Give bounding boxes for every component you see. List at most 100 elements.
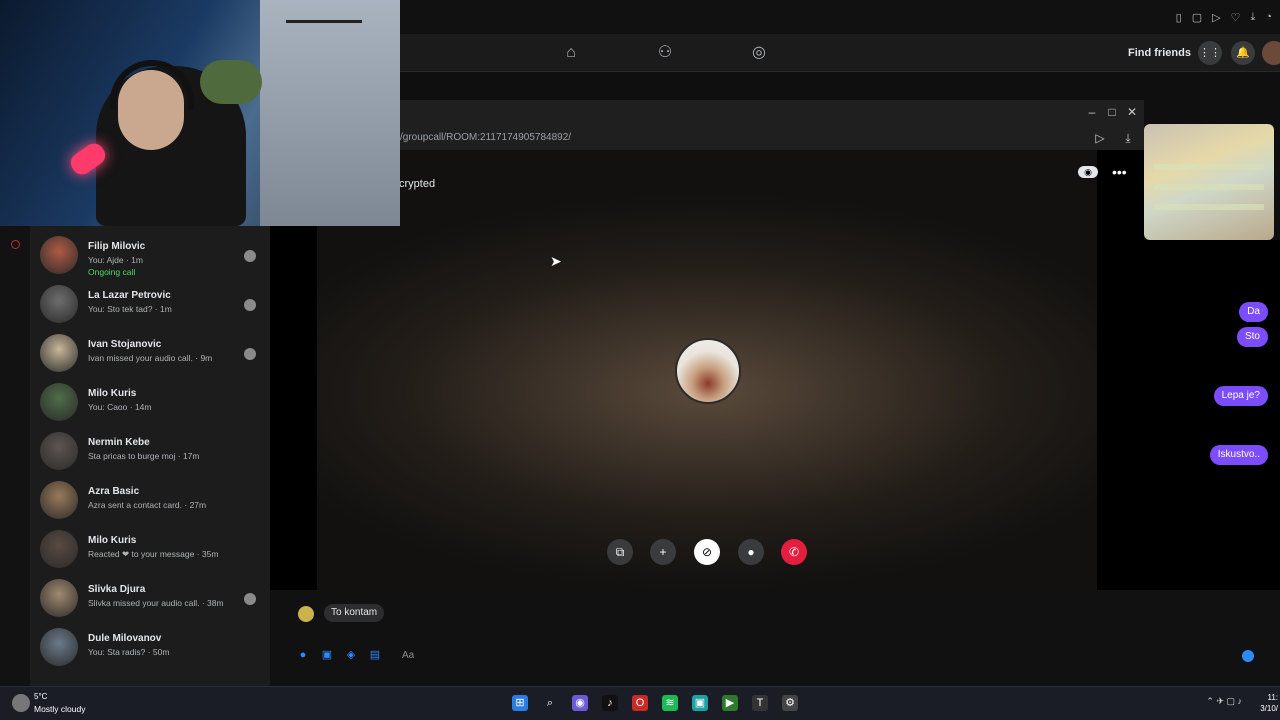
mouse-cursor-icon: ➤ <box>550 253 562 269</box>
download-icon[interactable]: ⤓ <box>1120 130 1136 146</box>
app-icon[interactable]: ⚙ <box>782 695 798 711</box>
menu-grid-icon[interactable]: ⋮⋮ <box>1198 41 1222 65</box>
send-icon[interactable]: ▷ <box>1092 130 1108 146</box>
microphone-button[interactable]: ● <box>738 539 764 565</box>
more-options-icon[interactable]: ••• <box>1112 164 1127 180</box>
friends-icon[interactable]: ⚇ <box>654 42 676 64</box>
clock[interactable]: 11: 3/10/ <box>1260 692 1278 714</box>
download-icon[interactable]: ⤓ <box>1250 11 1255 24</box>
image-icon[interactable]: ▣ <box>321 649 333 661</box>
chat-list-item[interactable]: Azra Basic Azra sent a contact card. · 27… <box>30 475 270 524</box>
seen-avatar-icon <box>244 593 256 605</box>
play-icon[interactable]: ▷ <box>1212 11 1220 24</box>
spotify-icon[interactable]: ≋ <box>662 695 678 711</box>
left-rail <box>0 226 30 686</box>
facebook-top-nav: ⌂ ⚇ ◎ Find friends ⋮⋮ 🔔 <box>400 34 1280 72</box>
chat-list-item[interactable]: Milo Kuris You: Caoo · 14m <box>30 377 270 426</box>
remote-participant-video <box>1144 124 1274 240</box>
video-off-icon: ⊘ <box>701 545 713 559</box>
tab-icon[interactable]: ▢ <box>1192 11 1202 24</box>
avatar <box>40 334 78 372</box>
call-url[interactable]: /groupcall/ROOM:2117174905784892/ <box>400 132 571 143</box>
weather-temperature: 5°C <box>34 692 48 701</box>
chat-list-item[interactable]: Milo Kuris Reacted ❤ to your message · 35… <box>30 524 270 573</box>
terminal-icon[interactable]: ▶ <box>722 695 738 711</box>
end-call-button[interactable]: ✆ <box>781 539 807 565</box>
contact-name: Milo Kuris <box>88 535 137 546</box>
seen-avatar-icon <box>244 348 256 360</box>
contact-name: Milo Kuris <box>88 388 137 399</box>
gif-icon[interactable]: ▤ <box>369 649 381 661</box>
app-icon[interactable]: ▣ <box>692 695 708 711</box>
message-bubble: Lepa je? <box>1213 386 1268 406</box>
contact-name: Slivka Djura <box>88 584 146 595</box>
message-preview: Azra sent a contact card. · 27m <box>88 500 207 510</box>
chat-list-item[interactable]: Ivan Stojanovic Ivan missed your audio ca… <box>30 328 270 377</box>
contact-name: Nermin Kebe <box>88 437 150 448</box>
share-screen-icon: ⧉ <box>615 545 625 559</box>
message-bubble: Iskustvo.. <box>1209 445 1268 465</box>
microphone-icon[interactable]: ● <box>297 649 309 661</box>
avatar <box>40 285 78 323</box>
home-icon[interactable]: ⌂ <box>560 42 582 64</box>
contact-name: Filip Milovic <box>88 241 146 252</box>
message-preview: Sta pricas to burge moj · 17m <box>88 451 200 461</box>
avatar <box>40 481 78 519</box>
avatar <box>40 530 78 568</box>
bookmark-icon[interactable]: ▯ <box>1176 11 1182 24</box>
weather-description: Mostly cloudy <box>34 704 86 714</box>
contact-name: Ivan Stojanovic <box>88 339 162 350</box>
call-window-titlebar: /groupcall/ROOM:2117174905784892/ – □ ✕ … <box>400 100 1144 150</box>
add-person-icon: + <box>659 545 667 559</box>
message-bubble: Da <box>1239 302 1268 322</box>
avatar <box>40 383 78 421</box>
chat-app-icon[interactable]: ◉ <box>572 695 588 711</box>
conversation-messages: Da Sto Lepa je? Iskustvo.. <box>1144 240 1280 590</box>
avatar <box>40 579 78 617</box>
weather-icon[interactable] <box>12 694 30 712</box>
message-input[interactable]: Aa <box>394 645 1234 667</box>
message-preview: Reacted ❤ to your message · 35m <box>88 549 219 559</box>
close-icon[interactable]: ✕ <box>1124 104 1140 120</box>
chat-list: Filip Milovic You: Ajde · 1m Ongoing call L… <box>30 226 270 686</box>
message-preview: Ivan missed your audio call. · 9m <box>88 353 213 363</box>
system-tray-icons[interactable]: ⌃ ✈ ▢ ♪ <box>1206 696 1242 707</box>
heart-icon[interactable]: ♡ <box>1231 11 1241 24</box>
chat-list-item[interactable]: La Lazar Petrovic You: Sto tek tad? · 1m <box>30 279 270 328</box>
search-icon[interactable]: ⌕ <box>542 695 558 711</box>
share-screen-button[interactable]: ⧉ <box>607 539 633 565</box>
tiktok-icon[interactable]: ♪ <box>602 695 618 711</box>
start-icon[interactable]: ⊞ <box>512 695 528 711</box>
seen-avatar-icon <box>244 250 256 262</box>
gamepad-icon[interactable]: ◉ <box>1078 166 1098 178</box>
video-off-button[interactable]: ⊘ <box>694 539 720 565</box>
avatar <box>40 236 78 274</box>
seen-avatar-icon <box>244 299 256 311</box>
chat-list-item[interactable]: Dule Milovanov You: Sta radis? · 50m <box>30 622 270 671</box>
avatar <box>40 628 78 666</box>
groups-icon[interactable]: ◎ <box>748 42 770 64</box>
account-avatar[interactable] <box>1262 41 1280 65</box>
contact-name: Dule Milovanov <box>88 633 162 644</box>
browser-extension-icons[interactable]: ▯ ▢ ▷ ♡ ⤓ ◔ <box>1176 11 1272 24</box>
chat-list-item[interactable]: Nermin Kebe Sta pricas to burge moj · 17m <box>30 426 270 475</box>
add-person-button[interactable]: + <box>650 539 676 565</box>
message-preview: You: Sta radis? · 50m <box>88 647 170 657</box>
chat-list-item[interactable]: Filip Milovic You: Ajde · 1m Ongoing call <box>30 230 270 279</box>
minimize-icon[interactable]: – <box>1084 104 1100 120</box>
encryption-label: crypted <box>399 178 436 190</box>
message-preview: You: Caoo · 14m <box>88 402 152 412</box>
message-preview: You: Ajde · 1m <box>88 255 143 265</box>
streamer-webcam <box>0 0 400 226</box>
sticker-icon[interactable]: ◈ <box>345 649 357 661</box>
notifications-icon[interactable]: 🔔 <box>1231 41 1255 65</box>
last-message: To kontam <box>324 604 385 622</box>
chat-list-item[interactable]: Slivka Djura Slivka missed your audio cal… <box>30 573 270 622</box>
app-icon[interactable]: T <box>752 695 768 711</box>
opera-icon[interactable]: O <box>632 695 648 711</box>
maximize-icon[interactable]: □ <box>1104 104 1120 120</box>
profile-icon[interactable]: ◔ <box>1265 11 1272 24</box>
settings-icon[interactable] <box>11 240 20 249</box>
emoji-icon[interactable] <box>1242 650 1254 662</box>
find-friends-button[interactable]: Find friends <box>1122 41 1197 65</box>
